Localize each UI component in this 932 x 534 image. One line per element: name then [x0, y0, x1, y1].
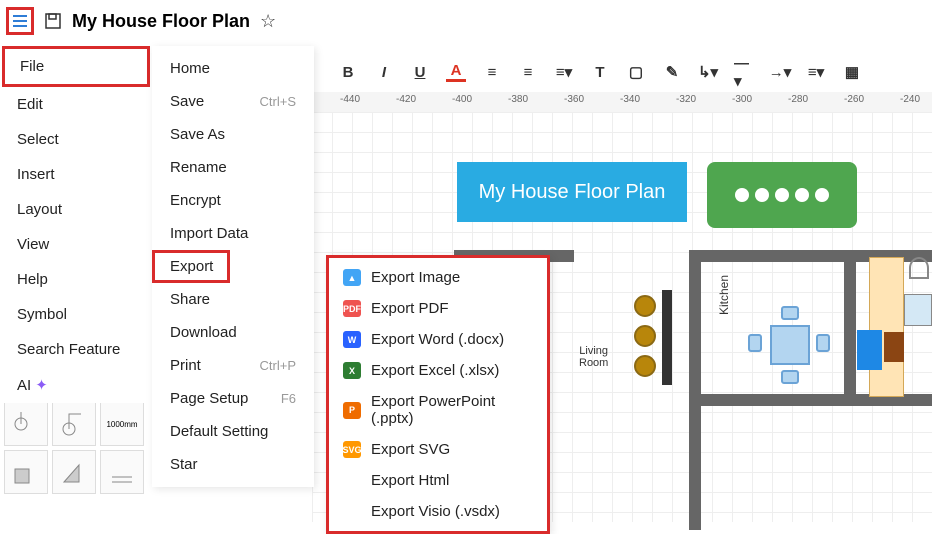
kitchen-counter[interactable] [869, 257, 904, 397]
kitchen-label: Kitchen [717, 275, 731, 315]
menu-help[interactable]: Help [2, 262, 150, 297]
chair-shape[interactable] [781, 306, 799, 320]
submenu-download[interactable]: Download [152, 316, 314, 349]
underline-button[interactable]: U [410, 62, 430, 82]
export-word[interactable]: WExport Word (.docx) [329, 324, 547, 355]
submenu-home[interactable]: Home [152, 52, 314, 85]
submenu-export[interactable]: Export [152, 250, 314, 283]
shape-thumb[interactable] [100, 450, 144, 494]
grid-button[interactable]: ▦ [842, 62, 862, 82]
export-svg[interactable]: SVGExport SVG [329, 434, 547, 465]
menu-layout[interactable]: Layout [2, 192, 150, 227]
file-submenu: Home SaveCtrl+S Save As Rename Encrypt I… [152, 46, 314, 487]
save-icon[interactable] [44, 12, 62, 30]
menu-edit[interactable]: Edit [2, 87, 150, 122]
pdf-file-icon: PDF [343, 300, 361, 317]
menu-ai[interactable]: AI✦ [2, 367, 150, 403]
sparkle-icon: ✦ [35, 377, 48, 394]
submenu-share[interactable]: Share [152, 283, 314, 316]
export-visio[interactable]: Export Visio (.vsdx) [329, 496, 547, 527]
toilet-fixture[interactable] [909, 257, 929, 279]
shape-thumb[interactable] [4, 450, 48, 494]
shape-tool-button[interactable]: ▢ [626, 62, 646, 82]
chair-shape[interactable] [816, 334, 830, 352]
submenu-save[interactable]: SaveCtrl+S [152, 85, 314, 118]
submenu-page-setup[interactable]: Page SetupF6 [152, 382, 314, 415]
submenu-default-setting[interactable]: Default Setting [152, 415, 314, 448]
export-image[interactable]: ▲Export Image [329, 262, 547, 293]
image-file-icon: ▲ [343, 269, 361, 286]
submenu-import-data[interactable]: Import Data [152, 217, 314, 250]
sink-fixture[interactable] [904, 294, 932, 326]
main-menu: File Edit Select Insert Layout View Help… [2, 46, 150, 403]
stool-shape[interactable] [634, 355, 656, 377]
chair-shape[interactable] [781, 370, 799, 384]
bold-button[interactable]: B [338, 62, 358, 82]
arrow-style-button[interactable]: →▾ [770, 62, 790, 82]
horizontal-ruler: -440 -420 -400 -380 -360 -340 -320 -300 … [312, 92, 932, 112]
menu-symbol[interactable]: Symbol [2, 297, 150, 332]
svg-file-icon: SVG [343, 441, 361, 458]
garden-shape[interactable] [707, 162, 857, 228]
export-pdf[interactable]: PDFExport PDF [329, 293, 547, 324]
export-excel[interactable]: XExport Excel (.xlsx) [329, 355, 547, 386]
italic-button[interactable]: I [374, 62, 394, 82]
submenu-encrypt[interactable]: Encrypt [152, 184, 314, 217]
menu-file[interactable]: File [2, 46, 150, 87]
font-color-button[interactable]: A [446, 62, 466, 82]
export-powerpoint[interactable]: PExport PowerPoint (.pptx) [329, 386, 547, 434]
highlight-button[interactable]: ✎ [662, 62, 682, 82]
word-file-icon: W [343, 331, 361, 348]
dining-table[interactable] [770, 325, 810, 365]
shape-thumb[interactable] [52, 402, 96, 446]
menu-insert[interactable]: Insert [2, 157, 150, 192]
stool-shape[interactable] [634, 295, 656, 317]
export-html[interactable]: Export Html [329, 465, 547, 496]
blank-file-icon [343, 472, 361, 489]
export-submenu: ▲Export Image PDFExport PDF WExport Word… [326, 255, 550, 534]
cabinet-fixture[interactable] [884, 332, 904, 362]
shape-thumb[interactable] [4, 402, 48, 446]
fridge-fixture[interactable] [857, 330, 882, 370]
menu-search-feature[interactable]: Search Feature [2, 332, 150, 367]
shape-thumb[interactable]: 1000mm [100, 402, 144, 446]
line-style-button[interactable]: —▾ [734, 62, 754, 82]
stool-shape[interactable] [634, 325, 656, 347]
menu-view[interactable]: View [2, 227, 150, 262]
document-title: My House Floor Plan [72, 11, 250, 32]
submenu-save-as[interactable]: Save As [152, 118, 314, 151]
list-button[interactable]: ≡▾ [806, 62, 826, 82]
canvas-title-banner[interactable]: My House Floor Plan [457, 162, 687, 222]
counter-shape[interactable] [662, 290, 672, 385]
favorite-star-icon[interactable]: ☆ [260, 11, 276, 32]
formatting-toolbar: B I U A ≡ ≡ ≡▾ T ▢ ✎ ↳▾ —▾ →▾ ≡▾ ▦ [330, 56, 932, 88]
submenu-rename[interactable]: Rename [152, 151, 314, 184]
excel-file-icon: X [343, 362, 361, 379]
shape-thumb[interactable] [52, 450, 96, 494]
align-center-button[interactable]: ≡ [518, 62, 538, 82]
hamburger-menu[interactable] [6, 7, 34, 35]
menu-select[interactable]: Select [2, 122, 150, 157]
chair-shape[interactable] [748, 334, 762, 352]
connector-button[interactable]: ↳▾ [698, 62, 718, 82]
submenu-print[interactable]: PrintCtrl+P [152, 349, 314, 382]
text-tool-button[interactable]: T [590, 62, 610, 82]
blank-file-icon [343, 503, 361, 520]
living-room-label: Living Room [579, 345, 608, 369]
powerpoint-file-icon: P [343, 402, 361, 419]
align-left-button[interactable]: ≡ [482, 62, 502, 82]
line-spacing-button[interactable]: ≡▾ [554, 62, 574, 82]
submenu-star[interactable]: Star [152, 448, 314, 481]
